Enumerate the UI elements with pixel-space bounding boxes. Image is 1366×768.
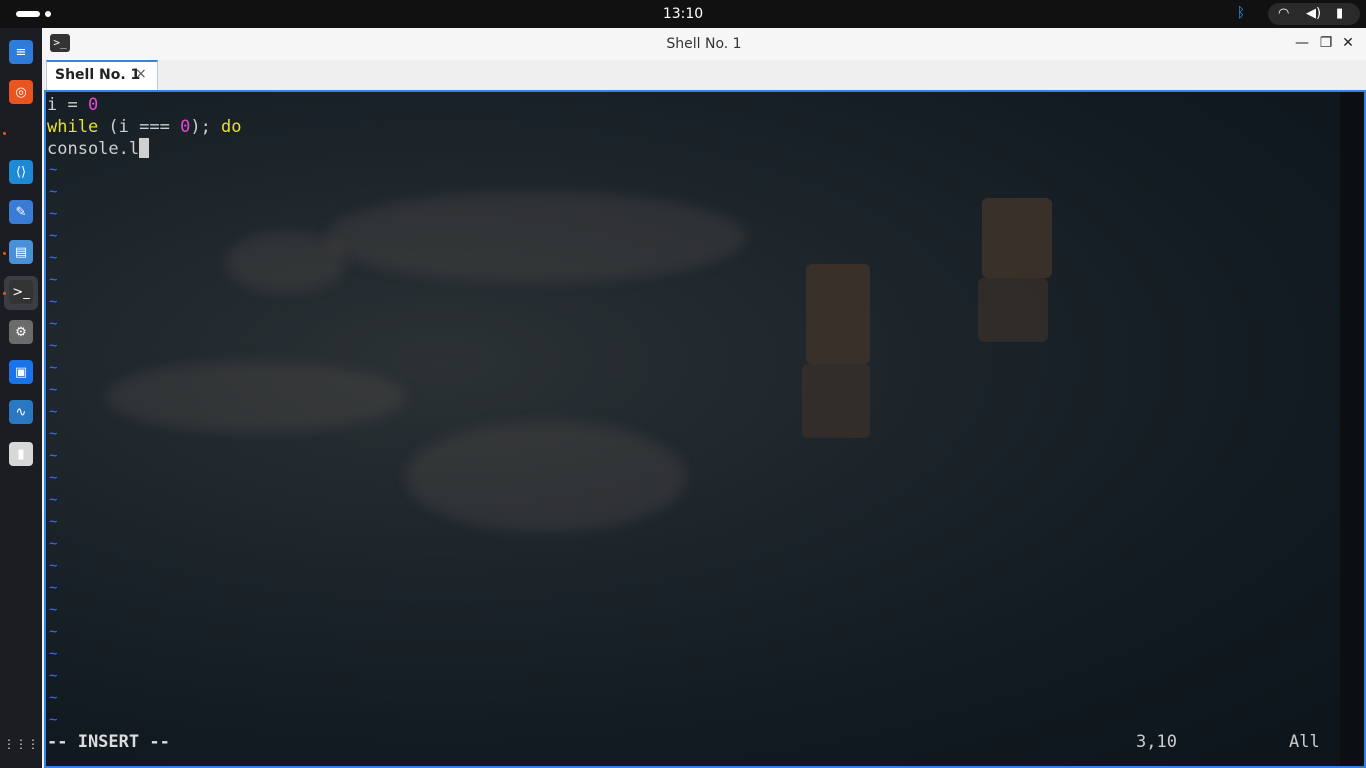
code-token: ); [190, 117, 222, 137]
tab-close-icon[interactable]: × [135, 66, 147, 82]
text-editor-icon[interactable]: ✎ [9, 200, 33, 224]
empty-line-tilde: ~ [49, 602, 58, 618]
running-indicator [3, 292, 6, 295]
trash-icon[interactable]: ▮ [9, 442, 33, 466]
code-token: 0 [87, 95, 99, 115]
terminal-scrollbar[interactable] [1340, 92, 1364, 766]
empty-line-tilde: ~ [49, 712, 58, 728]
empty-line-tilde: ~ [49, 360, 58, 376]
code-token: while [47, 117, 99, 137]
help-lifebuoy-icon[interactable]: ◎ [9, 80, 33, 104]
top-bar: 13:10 ᛒ ◠ ◀) ▮ [0, 0, 1366, 28]
running-indicator [3, 132, 6, 135]
vim-mode-indicator: -- INSERT -- [47, 732, 170, 752]
code-token: (i === [98, 117, 181, 137]
title-bar[interactable]: >_ Shell No. 1 — ❐ ✕ [42, 28, 1366, 60]
clock[interactable]: 13:10 [0, 6, 1366, 22]
scroll-state: All [1289, 732, 1320, 752]
editor-line: i = 0 [47, 94, 98, 116]
background-post [802, 364, 870, 438]
window-title: Shell No. 1 [666, 36, 742, 52]
code-token: console.l [47, 139, 140, 159]
empty-line-tilde: ~ [49, 404, 58, 420]
empty-line-tilde: ~ [49, 272, 58, 288]
battery-icon: ▮ [1336, 6, 1344, 21]
empty-line-tilde: ~ [49, 382, 58, 398]
system-tray[interactable]: ◠ ◀) ▮ [1268, 3, 1360, 25]
settings-gear-icon[interactable]: ⚙ [9, 320, 33, 344]
empty-line-tilde: ~ [49, 690, 58, 706]
background-cloud [106, 362, 406, 432]
maximize-icon[interactable]: ❐ [1318, 35, 1334, 51]
terminal-viewport[interactable]: i = 0 while (i === 0); do console.l ~ ~ ~ ~ ~ ~… [44, 90, 1366, 768]
empty-line-tilde: ~ [49, 624, 58, 640]
terminal-window: >_ Shell No. 1 — ❐ ✕ Shell No. 1 × i = 0… [42, 28, 1366, 768]
empty-line-tilde: ~ [49, 558, 58, 574]
code-token: do [221, 117, 242, 137]
empty-line-tilde: ~ [49, 470, 58, 486]
system-monitor-icon[interactable]: ∿ [9, 400, 33, 424]
terminal-icon[interactable]: >_ [9, 280, 33, 304]
files-icon[interactable]: ▤ [9, 240, 33, 264]
empty-line-tilde: ~ [49, 646, 58, 662]
tab-label: Shell No. 1 [55, 67, 141, 83]
empty-line-tilde: ~ [49, 668, 58, 684]
empty-line-tilde: ~ [49, 492, 58, 508]
empty-line-tilde: ~ [49, 294, 58, 310]
code-token: i = [47, 95, 88, 115]
code-token: 0 [180, 117, 191, 137]
editor-line: console.l [47, 138, 150, 160]
empty-line-tilde: ~ [49, 228, 58, 244]
close-icon[interactable]: ✕ [1340, 35, 1356, 51]
dock: ≡ ◎ ⟨⟩ ✎ ▤ >_ ⚙ ▣ ∿ ▮ ⋮⋮⋮ [0, 28, 42, 768]
volume-icon: ◀) [1306, 6, 1322, 21]
wifi-icon: ◠ [1278, 6, 1290, 21]
editor-line: while (i === 0); do [47, 116, 242, 138]
empty-line-tilde: ~ [49, 184, 58, 200]
vscode-icon[interactable]: ⟨⟩ [9, 160, 33, 184]
running-indicator [3, 252, 6, 255]
libreoffice-writer-icon[interactable]: ≡ [9, 40, 33, 64]
background-post [982, 198, 1052, 278]
background-cloud [326, 192, 746, 282]
text-cursor [139, 138, 150, 158]
background-cloud [406, 422, 686, 532]
background-cloud [226, 232, 346, 292]
empty-line-tilde: ~ [49, 536, 58, 552]
show-apps-grid-icon[interactable]: ⋮⋮⋮ [3, 732, 39, 756]
cursor-position: 3,10 [1136, 732, 1177, 752]
empty-line-tilde: ~ [49, 448, 58, 464]
bluetooth-icon[interactable]: ᛒ [1232, 5, 1250, 23]
tab-shell-1[interactable]: Shell No. 1 × [46, 60, 158, 90]
background-post [806, 264, 870, 364]
empty-line-tilde: ~ [49, 316, 58, 332]
background-post [978, 278, 1048, 342]
empty-line-tilde: ~ [49, 580, 58, 596]
tab-bar: Shell No. 1 × [42, 60, 1366, 90]
minimize-icon[interactable]: — [1294, 35, 1310, 51]
empty-line-tilde: ~ [49, 426, 58, 442]
empty-line-tilde: ~ [49, 250, 58, 266]
software-store-icon[interactable]: ▣ [9, 360, 33, 384]
empty-line-tilde: ~ [49, 514, 58, 530]
empty-line-tilde: ~ [49, 338, 58, 354]
empty-line-tilde: ~ [49, 206, 58, 222]
empty-line-tilde: ~ [49, 162, 58, 178]
